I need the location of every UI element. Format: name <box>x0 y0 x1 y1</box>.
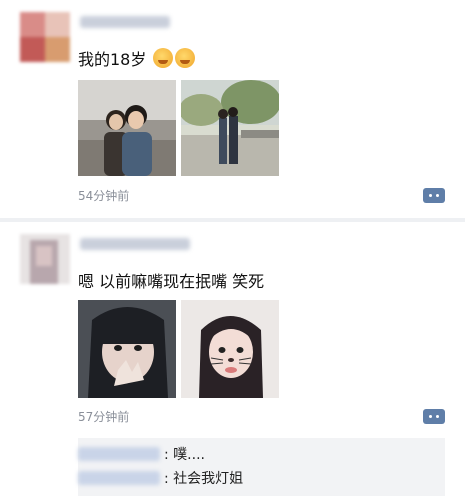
avatar[interactable] <box>20 12 70 62</box>
comment-options-icon[interactable] <box>423 188 445 203</box>
comment-text: : 社会我灯姐 <box>164 471 244 487</box>
comment-item[interactable]: : 噗.... <box>78 444 205 466</box>
post-text-content: 我的18岁 <box>78 50 147 69</box>
comment-text: : 噗.... <box>164 447 205 463</box>
laughing-crying-icon <box>153 48 174 68</box>
moment-post: 我的18岁 54分钟前 <box>0 0 465 218</box>
comment-options-icon[interactable] <box>423 409 445 424</box>
comment-item[interactable]: : 社会我灯姐 <box>78 468 243 490</box>
post-photo[interactable] <box>181 300 279 398</box>
commenter-name-blurred[interactable] <box>78 447 160 461</box>
laughing-crying-icon <box>175 48 196 68</box>
post-photo[interactable] <box>181 80 279 176</box>
post-text: 嗯 以前嘛嘴现在抿嘴 笑死 <box>78 272 265 291</box>
username-blurred[interactable] <box>80 238 190 250</box>
post-time: 57分钟前 <box>78 410 130 424</box>
post-text: 我的18岁 <box>78 46 196 70</box>
comments-section: : 噗.... : 社会我灯姐 <box>78 438 445 496</box>
username-blurred[interactable] <box>80 16 170 28</box>
commenter-name-blurred[interactable] <box>78 471 160 485</box>
post-photo[interactable] <box>78 80 176 176</box>
avatar[interactable] <box>20 234 70 284</box>
post-photo[interactable] <box>78 300 176 398</box>
post-time: 54分钟前 <box>78 189 130 203</box>
